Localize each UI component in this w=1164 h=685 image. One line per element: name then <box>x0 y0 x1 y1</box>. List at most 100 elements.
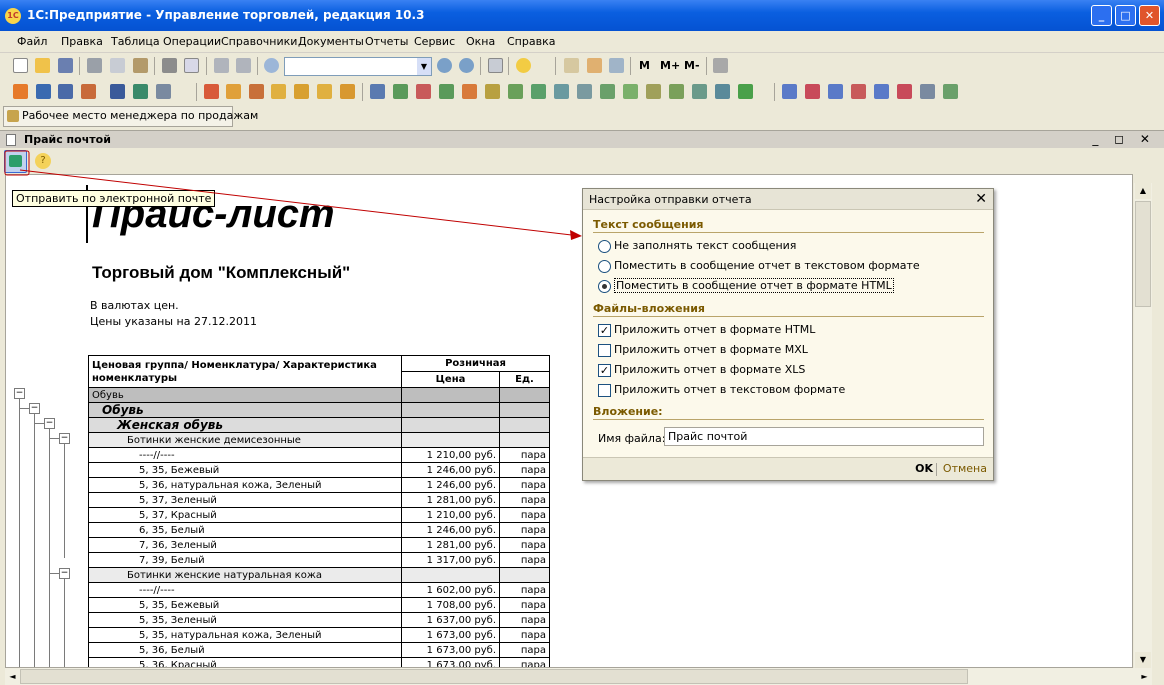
table-row[interactable]: Женская обувь <box>88 417 550 433</box>
calculator-icon[interactable] <box>564 58 579 73</box>
doc-icon-25[interactable] <box>600 84 615 99</box>
memory-plus-button[interactable]: M+ <box>660 59 680 72</box>
sales-manager-workplace-button[interactable]: Рабочее место менеджера по продажам <box>3 106 258 127</box>
filename-input[interactable]: Прайс почтой <box>664 427 984 446</box>
calendar-icon[interactable] <box>587 58 602 73</box>
checkbox-icon[interactable] <box>598 383 611 397</box>
checkbox-checked-icon[interactable]: ✓ <box>598 363 611 377</box>
scroll-down-icon[interactable]: ▼ <box>1135 652 1151 668</box>
doc-icon-14[interactable] <box>340 84 355 99</box>
doc-icon-29[interactable] <box>692 84 707 99</box>
doc-icon-28[interactable] <box>669 84 684 99</box>
title-bar[interactable]: 1С 1С:Предприятие - Управление торговлей… <box>0 0 1164 31</box>
cancel-button[interactable]: Отмена <box>943 462 987 475</box>
doc-icon-4[interactable] <box>81 84 96 99</box>
doc-icon-16[interactable] <box>393 84 408 99</box>
doc-icon-30[interactable] <box>715 84 730 99</box>
table-row[interactable]: 5, 35, Зеленый 1 637,00 руб. пара <box>88 612 550 628</box>
doc-icon-35[interactable] <box>851 84 866 99</box>
table-row[interactable]: 7, 36, Зеленый 1 281,00 руб. пара <box>88 537 550 553</box>
paste-icon[interactable] <box>133 58 148 73</box>
users-icon[interactable] <box>609 58 624 73</box>
print-preview-icon[interactable] <box>184 58 199 73</box>
menu-service[interactable]: Сервис <box>414 35 455 48</box>
doc-icon-2[interactable] <box>36 84 51 99</box>
search-icon[interactable] <box>264 58 279 73</box>
table-row[interactable]: Обувь <box>88 402 550 418</box>
doc-icon-9[interactable] <box>226 84 241 99</box>
doc-icon-8[interactable] <box>204 84 219 99</box>
maximize-button[interactable]: □ <box>1115 5 1136 26</box>
doc-icon-6[interactable] <box>133 84 148 99</box>
checkbox-text[interactable]: Приложить отчет в текстовом формате <box>598 383 845 397</box>
doc-icon-12[interactable] <box>294 84 309 99</box>
radio-no-text[interactable]: Не заполнять текст сообщения <box>598 239 796 253</box>
doc-icon-23[interactable] <box>554 84 569 99</box>
scroll-up-icon[interactable]: ▲ <box>1135 183 1151 199</box>
menu-table[interactable]: Таблица <box>111 35 160 48</box>
copy-icon[interactable] <box>110 58 125 73</box>
doc-icon-36[interactable] <box>874 84 889 99</box>
collapse-group1-icon[interactable]: − <box>59 433 70 444</box>
table-row[interactable]: Ботинки женские натуральная кожа <box>88 567 550 583</box>
menu-catalogs[interactable]: Справочники <box>221 35 297 48</box>
table-row[interactable]: 6, 35, Белый 1 246,00 руб. пара <box>88 522 550 538</box>
doc-icon-13[interactable] <box>317 84 332 99</box>
doc-icon-10[interactable] <box>249 84 264 99</box>
checkbox-html[interactable]: ✓ Приложить отчет в формате HTML <box>598 323 815 337</box>
doc-icon-27[interactable] <box>646 84 661 99</box>
checkbox-mxl[interactable]: Приложить отчет в формате MXL <box>598 343 808 357</box>
table-row[interactable]: ----//---- 1 602,00 руб. пара <box>88 582 550 598</box>
doc-icon-26[interactable] <box>623 84 638 99</box>
vertical-scroll-thumb[interactable] <box>1135 201 1151 307</box>
table-row[interactable]: 5, 36, Красный 1 673,00 руб. пара <box>88 657 550 667</box>
doc-icon-19[interactable] <box>462 84 477 99</box>
doc-icon-11[interactable] <box>271 84 286 99</box>
info-icon[interactable] <box>516 58 531 73</box>
doc-icon-24[interactable] <box>577 84 592 99</box>
table-row[interactable]: 5, 37, Красный 1 210,00 руб. пара <box>88 507 550 523</box>
table-row[interactable]: 5, 35, Бежевый 1 246,00 руб. пара <box>88 462 550 478</box>
undo-icon[interactable] <box>214 58 229 73</box>
scroll-left-icon[interactable]: ◄ <box>5 669 20 684</box>
doc-icon-21[interactable] <box>508 84 523 99</box>
table-row[interactable]: 5, 35, натуральная кожа, Зеленый 1 673,00… <box>88 627 550 643</box>
table-row[interactable]: 5, 36, Белый 1 673,00 руб. пара <box>88 642 550 658</box>
collapse-level2-icon[interactable]: − <box>44 418 55 429</box>
memory-button[interactable]: M <box>639 59 650 72</box>
table-row[interactable]: Ботинки женские демисезонные <box>88 432 550 448</box>
close-icon[interactable]: ✕ <box>975 191 987 207</box>
menu-documents[interactable]: Документы <box>298 35 364 48</box>
horizontal-scrollbar[interactable]: ◄ ► <box>5 668 1152 685</box>
send-email-button[interactable] <box>4 150 27 173</box>
doc-icon-5[interactable] <box>110 84 125 99</box>
menu-windows[interactable]: Окна <box>466 35 495 48</box>
horizontal-scroll-thumb[interactable] <box>20 669 968 684</box>
menu-edit[interactable]: Правка <box>61 35 103 48</box>
doc-icon-32[interactable] <box>782 84 797 99</box>
ok-button[interactable]: OK <box>915 462 933 475</box>
table-row[interactable]: 7, 39, Белый 1 317,00 руб. пара <box>88 552 550 568</box>
scroll-right-icon[interactable]: ► <box>1137 669 1152 684</box>
radio-icon[interactable] <box>598 239 611 253</box>
table-row[interactable]: 5, 37, Зеленый 1 281,00 руб. пара <box>88 492 550 508</box>
doc-icon-37[interactable] <box>897 84 912 99</box>
new-document-icon[interactable] <box>13 58 28 73</box>
collapse-level0-icon[interactable]: − <box>14 388 25 399</box>
doc-icon-1[interactable] <box>13 84 28 99</box>
radio-icon[interactable] <box>598 259 611 273</box>
find-next-icon[interactable] <box>437 58 452 73</box>
help-icon[interactable]: ? <box>35 153 51 169</box>
minimize-button[interactable]: _ <box>1091 5 1112 26</box>
doc-icon-3[interactable] <box>58 84 73 99</box>
doc-icon-15[interactable] <box>370 84 385 99</box>
checkbox-xls[interactable]: ✓ Приложить отчет в формате XLS <box>598 363 805 377</box>
doc-icon-17[interactable] <box>416 84 431 99</box>
table-row[interactable]: Обувь <box>88 387 550 403</box>
doc-icon-34[interactable] <box>828 84 843 99</box>
search-combo[interactable]: ▼ <box>284 57 432 76</box>
menu-operations[interactable]: Операции <box>163 35 221 48</box>
tools-icon[interactable] <box>713 58 728 73</box>
windows-icon[interactable] <box>488 58 503 73</box>
vertical-scrollbar[interactable]: ▲ ▼ <box>1134 183 1152 668</box>
